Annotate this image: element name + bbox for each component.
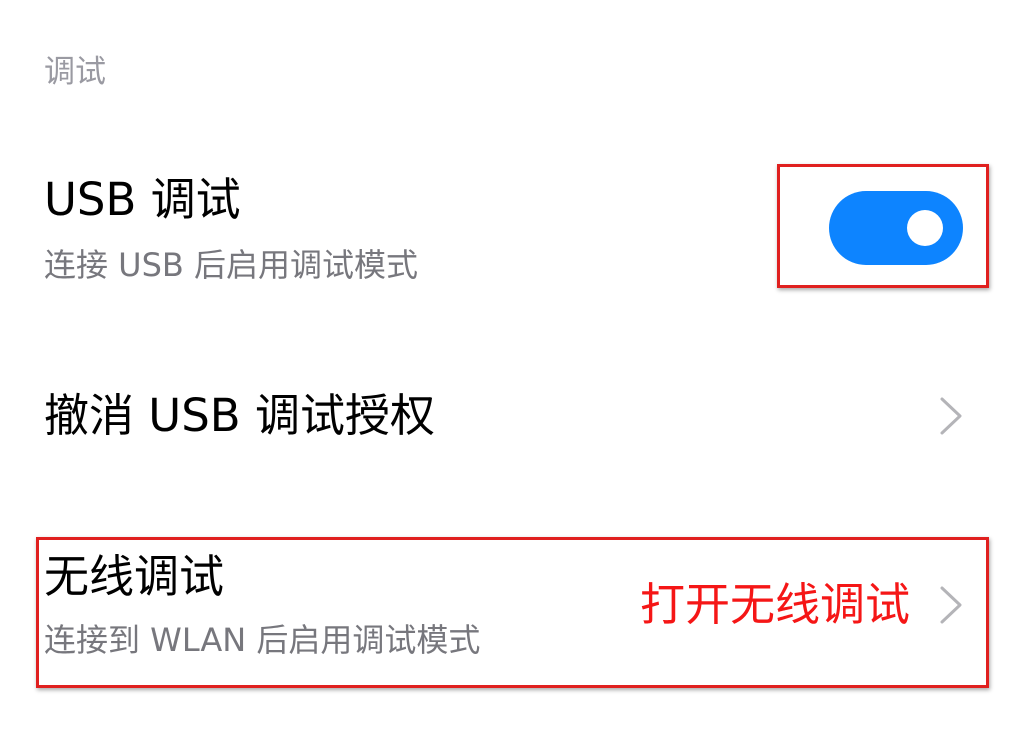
chevron-right-icon xyxy=(940,397,962,435)
section-header-debugging: 调试 xyxy=(44,54,106,90)
chevron-right-icon xyxy=(940,586,962,624)
annotation-enable-wireless-debugging: 打开无线调试 xyxy=(640,578,911,631)
usb-debugging-subtitle: 连接 USB 后启用调试模式 xyxy=(44,246,419,284)
revoke-usb-authorization-title: 撤消 USB 调试授权 xyxy=(44,389,435,442)
usb-debugging-title: USB 调试 xyxy=(44,173,241,226)
toggle-knob xyxy=(907,210,943,246)
wireless-debugging-title: 无线调试 xyxy=(44,550,225,603)
usb-debugging-toggle[interactable] xyxy=(829,191,963,265)
wireless-debugging-subtitle: 连接到 WLAN 后启用调试模式 xyxy=(44,621,481,659)
